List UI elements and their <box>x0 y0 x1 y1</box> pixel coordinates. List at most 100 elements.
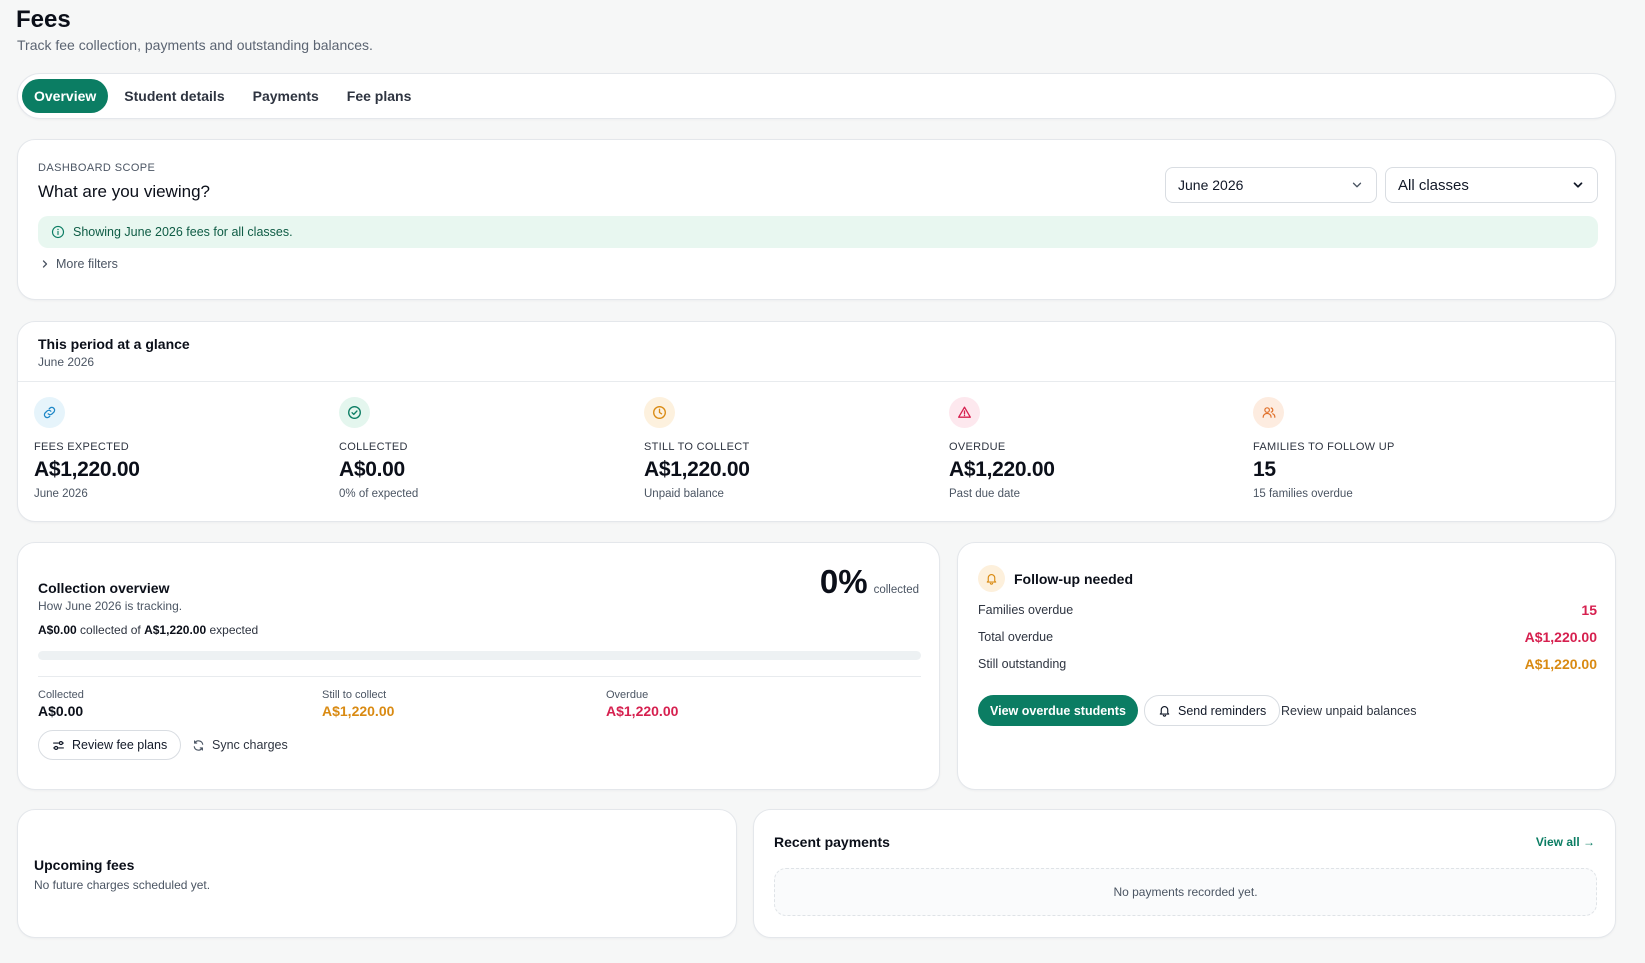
stat-value: 15 <box>1253 458 1276 481</box>
page-title: Fees <box>16 6 71 33</box>
collection-title: Collection overview <box>38 580 170 596</box>
sync-charges-button[interactable]: Sync charges <box>186 730 294 760</box>
send-reminders-button[interactable]: Send reminders <box>1144 695 1281 726</box>
collection-subtitle: How June 2026 is tracking. <box>38 599 183 613</box>
follow-up-card: Follow-up needed Families overdue 15 Tot… <box>957 542 1616 790</box>
row-label: Still outstanding <box>978 657 1067 671</box>
stat-value: A$1,220.00 <box>34 458 140 481</box>
more-filters-toggle[interactable]: More filters <box>40 257 118 271</box>
follow-up-row: Total overdue A$1,220.00 <box>978 629 1597 645</box>
follow-up-row: Families overdue 15 <box>978 602 1597 618</box>
dashboard-scope-card: DASHBOARD SCOPE What are you viewing? Ju… <box>17 139 1616 300</box>
class-select[interactable]: All classes <box>1385 167 1598 203</box>
sliders-icon <box>53 740 64 750</box>
page-subtitle: Track fee collection, payments and outst… <box>17 37 373 53</box>
stat-value: A$1,220.00 <box>644 458 750 481</box>
mini-value: A$1,220.00 <box>606 703 679 719</box>
stat-value: A$0.00 <box>339 458 405 481</box>
view-overdue-students-button[interactable]: View overdue students <box>978 695 1138 726</box>
link-icon <box>34 397 65 428</box>
stat-still-to-collect: STILL TO COLLECT A$1,220.00 Unpaid balan… <box>644 397 944 500</box>
stat-note: Unpaid balance <box>644 488 724 500</box>
mini-stat-still-to-collect: Still to collect A$1,220.00 <box>322 689 394 719</box>
stat-label: FAMILIES TO FOLLOW UP <box>1253 441 1395 453</box>
mini-stat-overdue: Overdue A$1,220.00 <box>606 689 678 719</box>
glance-title: This period at a glance <box>38 336 190 352</box>
stat-value: A$1,220.00 <box>949 458 1055 481</box>
expected-amount: A$1,220.00 <box>144 623 207 637</box>
recent-empty-state: No payments recorded yet. <box>774 868 1597 916</box>
divider <box>38 676 921 677</box>
percent-label: collected <box>873 584 919 596</box>
stat-note: June 2026 <box>34 488 88 500</box>
collection-progress-bar <box>38 651 921 660</box>
follow-up-row: Still outstanding A$1,220.00 <box>978 656 1597 672</box>
collection-overview-card: Collection overview How June 2026 is tra… <box>17 542 940 790</box>
stat-label: COLLECTED <box>339 441 408 453</box>
review-fee-plans-label: Review fee plans <box>72 738 168 752</box>
tab-bar: Overview Student details Payments Fee pl… <box>17 73 1616 119</box>
mini-label: Overdue <box>606 689 649 701</box>
tab-fee-plans[interactable]: Fee plans <box>335 79 424 113</box>
glance-period: June 2026 <box>38 355 95 369</box>
more-filters-label: More filters <box>56 257 118 271</box>
tab-student-details[interactable]: Student details <box>112 79 236 113</box>
sync-charges-label: Sync charges <box>212 738 288 752</box>
upcoming-empty: No future charges scheduled yet. <box>34 878 211 892</box>
percent-value: 0% <box>819 563 868 600</box>
review-unpaid-balances-link[interactable]: Review unpaid balances <box>1275 695 1423 726</box>
row-label: Total overdue <box>978 630 1054 644</box>
mini-stat-collected: Collected A$0.00 <box>38 689 84 719</box>
class-select-value: All classes <box>1398 176 1469 194</box>
users-icon <box>1253 397 1284 428</box>
recent-payments-card: Recent payments View all → No payments r… <box>753 809 1616 938</box>
stat-label: OVERDUE <box>949 441 1006 453</box>
recent-title: Recent payments <box>774 834 890 850</box>
tab-overview[interactable]: Overview <box>22 79 109 113</box>
info-icon <box>51 225 65 239</box>
mini-label: Collected <box>38 689 84 701</box>
collected-percent: 0% collected <box>820 563 919 601</box>
scope-title: What are you viewing? <box>38 182 210 201</box>
follow-up-header: Follow-up needed <box>978 565 1133 592</box>
bell-icon <box>1159 706 1170 717</box>
chevron-right-icon <box>42 260 48 268</box>
scope-info-text: Showing June 2026 fees for all classes. <box>73 225 293 239</box>
warning-icon <box>949 397 980 428</box>
clock-icon <box>644 397 675 428</box>
scope-eyebrow: DASHBOARD SCOPE <box>38 162 156 174</box>
tab-payments[interactable]: Payments <box>241 79 331 113</box>
upcoming-fees-card: Upcoming fees No future charges schedule… <box>17 809 737 938</box>
view-all-link[interactable]: View all → <box>1536 835 1595 849</box>
collected-amount: A$0.00 <box>38 623 77 637</box>
stat-fees-expected: FEES EXPECTED A$1,220.00 June 2026 <box>34 397 334 500</box>
month-select-value: June 2026 <box>1178 177 1244 193</box>
chevron-down-icon <box>1573 182 1583 188</box>
mini-label: Still to collect <box>322 689 387 701</box>
row-label: Families overdue <box>978 603 1074 617</box>
send-reminders-label: Send reminders <box>1178 703 1267 718</box>
check-circle-icon <box>339 397 370 428</box>
mini-value: A$0.00 <box>38 703 84 719</box>
review-fee-plans-button[interactable]: Review fee plans <box>38 730 182 760</box>
stat-label: STILL TO COLLECT <box>644 441 750 453</box>
collection-summary: A$0.00 collected of A$1,220.00 expected <box>38 623 258 637</box>
stat-families-follow-up: FAMILIES TO FOLLOW UP 15 15 families ove… <box>1253 397 1553 500</box>
month-select[interactable]: June 2026 <box>1165 167 1377 203</box>
scope-info-banner: Showing June 2026 fees for all classes. <box>38 216 1598 248</box>
collected-of-text: collected of <box>80 623 141 637</box>
chevron-down-icon <box>1352 182 1362 188</box>
row-value: A$1,220.00 <box>1524 629 1597 645</box>
stat-label: FEES EXPECTED <box>34 441 129 453</box>
divider <box>18 381 1615 382</box>
stat-collected: COLLECTED A$0.00 0% of expected <box>339 397 639 500</box>
expected-word: expected <box>209 623 259 637</box>
row-value: A$1,220.00 <box>1524 656 1597 672</box>
stat-overdue: OVERDUE A$1,220.00 Past due date <box>949 397 1249 500</box>
row-value: 15 <box>1581 602 1597 618</box>
mini-value: A$1,220.00 <box>322 703 395 719</box>
period-glance-card: This period at a glance June 2026 FEES E… <box>17 321 1616 522</box>
upcoming-title: Upcoming fees <box>34 857 135 873</box>
bell-icon <box>978 565 1005 592</box>
stat-note: Past due date <box>949 488 1020 500</box>
